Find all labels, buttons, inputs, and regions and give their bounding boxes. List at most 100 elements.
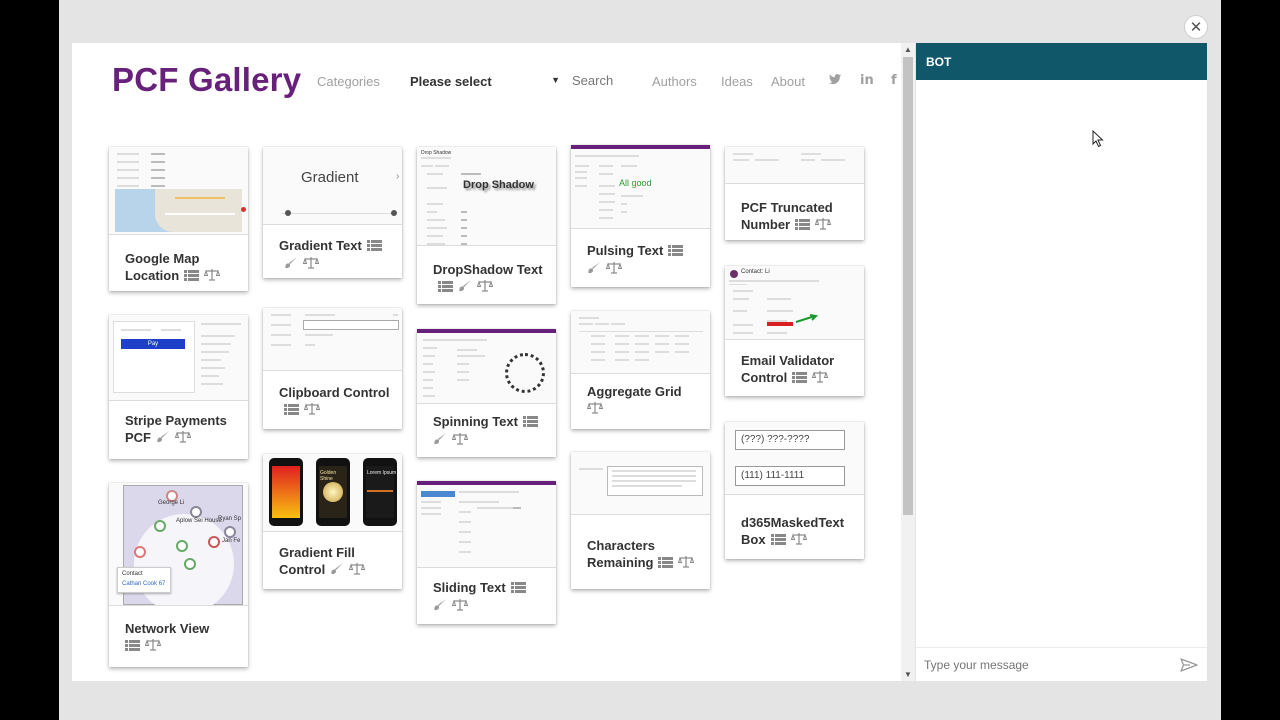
linkedin-icon[interactable]: in bbox=[860, 73, 874, 88]
gradient-sample-text: Gradient bbox=[301, 169, 359, 186]
scrollbar-thumb[interactable] bbox=[903, 57, 913, 515]
card-thumbnail: Contact: Li bbox=[725, 266, 864, 340]
bot-input-row bbox=[916, 647, 1207, 682]
card-thumbnail: Golden Shine Lorem Ipsum bbox=[263, 454, 402, 532]
scroll-down-icon[interactable]: ▼ bbox=[904, 670, 912, 679]
nav-about[interactable]: About bbox=[771, 74, 805, 89]
card-pcf-truncated-number[interactable]: PCF Truncated Number bbox=[725, 147, 864, 240]
bot-header: BOT bbox=[916, 43, 1207, 80]
card-thumbnail bbox=[417, 481, 556, 568]
brush-icon bbox=[433, 432, 447, 449]
card-thumbnail: Drop Shadow Drop Shadow bbox=[417, 147, 556, 246]
card-thumbnail bbox=[263, 308, 402, 371]
close-icon: ✕ bbox=[1189, 18, 1203, 36]
page-scrollbar[interactable]: ▲ ▼ bbox=[901, 43, 915, 681]
dataset-icon bbox=[510, 580, 526, 597]
license-icon bbox=[586, 401, 604, 418]
site-logo[interactable]: PCF Gallery bbox=[112, 61, 301, 99]
nav-ideas[interactable]: Ideas bbox=[721, 74, 753, 89]
dataset-icon bbox=[795, 217, 811, 234]
dataset-icon bbox=[668, 243, 684, 260]
twitter-icon[interactable] bbox=[829, 73, 841, 88]
card-google-map-location[interactable]: Google Map Location bbox=[109, 147, 248, 291]
card-spinning-text[interactable]: Spinning Text bbox=[417, 329, 556, 457]
nav-categories[interactable]: Categories bbox=[317, 74, 380, 89]
license-icon bbox=[349, 562, 366, 579]
dataset-icon bbox=[284, 402, 299, 419]
send-button[interactable] bbox=[1180, 658, 1198, 672]
card-pulsing-text[interactable]: All good Pulsing Text bbox=[571, 145, 710, 287]
card-thumbnail bbox=[571, 452, 710, 515]
license-icon bbox=[814, 217, 832, 234]
phone-preview-2: Golden Shine bbox=[316, 458, 350, 526]
dataset-icon bbox=[658, 555, 674, 572]
category-select[interactable]: Please select ▼ bbox=[410, 74, 560, 89]
card-title: Characters Remaining bbox=[587, 538, 655, 570]
brush-icon bbox=[587, 261, 601, 278]
card-stripe-payments-pcf[interactable]: Pay Stripe Payments PCF bbox=[109, 315, 248, 459]
license-icon bbox=[174, 430, 192, 447]
card-d365maskedtext-box[interactable]: (???) ???-???? (111) 111-1111 d365MaskedTe… bbox=[725, 422, 864, 559]
license-icon bbox=[476, 279, 494, 296]
dataset-icon bbox=[438, 279, 453, 296]
brush-icon bbox=[458, 279, 472, 296]
dataset-icon bbox=[792, 370, 808, 387]
masked-input-sample-2: (111) 111-1111 bbox=[735, 466, 845, 486]
card-title: Aggregate Grid bbox=[587, 384, 682, 399]
brush-icon bbox=[330, 562, 344, 579]
license-icon bbox=[451, 432, 469, 449]
masked-input-sample-1: (???) ???-???? bbox=[735, 430, 845, 450]
category-select-value: Please select bbox=[410, 74, 492, 89]
card-thumbnail: George Li Aplow Sei House Ryan Sp Jan Fe Con… bbox=[109, 483, 248, 606]
card-dropshadow-text[interactable]: Drop Shadow Drop Shadow DropShadow Text bbox=[417, 147, 556, 304]
chevron-down-icon: ▼ bbox=[551, 75, 560, 85]
card-thumbnail bbox=[725, 147, 864, 184]
dataset-icon bbox=[125, 638, 140, 655]
card-title: DropShadow Text bbox=[433, 262, 543, 277]
bot-message-input[interactable] bbox=[922, 657, 1166, 673]
map-image bbox=[115, 189, 246, 232]
brush-icon bbox=[284, 256, 298, 273]
license-icon bbox=[144, 638, 162, 655]
nav-authors[interactable]: Authors bbox=[652, 74, 697, 89]
card-thumbnail bbox=[109, 147, 248, 235]
card-title: Pulsing Text bbox=[587, 243, 664, 258]
card-email-validator-control[interactable]: Contact: Li Email Validator Control bbox=[725, 266, 864, 396]
card-gradient-text[interactable]: Gradient › Gradient Text bbox=[263, 147, 402, 278]
card-thumbnail bbox=[417, 329, 556, 404]
bot-title: BOT bbox=[926, 55, 952, 69]
facebook-icon[interactable]: f bbox=[891, 73, 897, 88]
license-icon bbox=[790, 532, 807, 549]
pulsing-sample-text: All good bbox=[619, 178, 652, 188]
license-icon bbox=[605, 261, 623, 278]
scroll-up-icon[interactable]: ▲ bbox=[904, 45, 912, 54]
license-icon bbox=[678, 555, 695, 572]
brush-icon bbox=[433, 598, 447, 615]
card-gradient-fill-control[interactable]: Golden Shine Lorem Ipsum Gradient Fill Con… bbox=[263, 454, 402, 589]
dataset-icon bbox=[184, 268, 200, 285]
card-sliding-text[interactable]: Sliding Text bbox=[417, 481, 556, 624]
contact-popup: Contact Cathan Cook 67 bbox=[117, 567, 171, 593]
card-title: Gradient Text bbox=[279, 238, 362, 253]
phone-preview-1 bbox=[269, 458, 303, 526]
close-button[interactable]: ✕ bbox=[1184, 15, 1208, 39]
search-input[interactable] bbox=[572, 73, 632, 88]
license-icon bbox=[812, 370, 829, 387]
card-aggregate-grid[interactable]: Aggregate Grid bbox=[571, 311, 710, 429]
card-thumbnail: Gradient › bbox=[263, 147, 402, 225]
card-thumbnail: All good bbox=[571, 145, 710, 229]
license-icon bbox=[451, 598, 469, 615]
card-characters-remaining[interactable]: Characters Remaining bbox=[571, 452, 710, 589]
mouse-cursor-icon bbox=[1092, 130, 1104, 148]
card-network-view[interactable]: George Li Aplow Sei House Ryan Sp Jan Fe Con… bbox=[109, 483, 248, 667]
bot-chat-panel: BOT bbox=[916, 43, 1207, 681]
pay-button: Pay bbox=[121, 339, 185, 349]
phone-preview-3: Lorem Ipsum bbox=[363, 458, 397, 526]
brush-icon bbox=[156, 430, 170, 447]
dataset-icon bbox=[770, 532, 786, 549]
card-thumbnail bbox=[571, 311, 710, 374]
card-clipboard-control[interactable]: Clipboard Control bbox=[263, 308, 402, 429]
card-thumbnail: Pay bbox=[109, 315, 248, 401]
license-icon bbox=[203, 268, 221, 285]
send-icon bbox=[1180, 658, 1198, 672]
